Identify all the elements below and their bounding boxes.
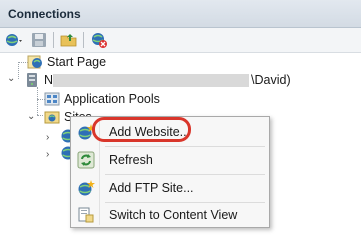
highlight-annotation	[92, 117, 191, 142]
refresh-icon	[77, 151, 95, 169]
menu-item-refresh[interactable]: Refresh	[73, 147, 267, 173]
expand-chevron-icon[interactable]: ›	[46, 149, 49, 160]
save-icon[interactable]	[30, 31, 48, 49]
tree-item-start-page[interactable]: Start Page	[27, 53, 106, 71]
sites-folder-icon	[44, 111, 60, 124]
up-folder-icon[interactable]	[60, 31, 78, 49]
connect-globe-icon[interactable]	[4, 31, 22, 49]
toolbar-separator	[83, 32, 84, 48]
menu-item-label: Refresh	[109, 153, 153, 167]
tree-label: Start Page	[47, 55, 107, 69]
collapse-chevron-icon[interactable]: ⌄	[7, 73, 15, 84]
server-icon	[27, 73, 37, 87]
menu-item-label: Switch to Content View	[109, 208, 238, 222]
application-pools-icon	[44, 92, 60, 106]
menu-item-label: Add FTP Site...	[109, 181, 194, 195]
ftp-globe-icon	[78, 180, 95, 196]
connections-header: Connections	[0, 0, 361, 28]
panel-title: Connections	[8, 7, 81, 21]
tree-label: N	[44, 73, 54, 87]
tree-item-server[interactable]: N \David)	[24, 71, 291, 89]
disconnect-icon[interactable]	[90, 31, 108, 49]
content-view-icon	[78, 207, 94, 223]
menu-item-add-ftp-site[interactable]: Add FTP Site...	[73, 175, 267, 201]
start-page-icon	[27, 55, 42, 69]
connections-toolbar	[0, 28, 361, 53]
tree-label: Application Pools	[64, 92, 160, 106]
tree-label-user: \David)	[251, 73, 291, 87]
expand-chevron-icon[interactable]: ›	[46, 132, 49, 143]
redacted-server-name	[53, 73, 250, 87]
collapse-chevron-icon[interactable]: ⌄	[27, 111, 35, 122]
tree-connector	[18, 62, 19, 79]
tree-connector	[37, 87, 38, 115]
tree-item-application-pools[interactable]: Application Pools	[44, 90, 160, 108]
menu-item-switch-content-view[interactable]: Switch to Content View	[73, 202, 267, 228]
toolbar-separator	[53, 32, 54, 48]
tree-connector	[37, 115, 43, 116]
